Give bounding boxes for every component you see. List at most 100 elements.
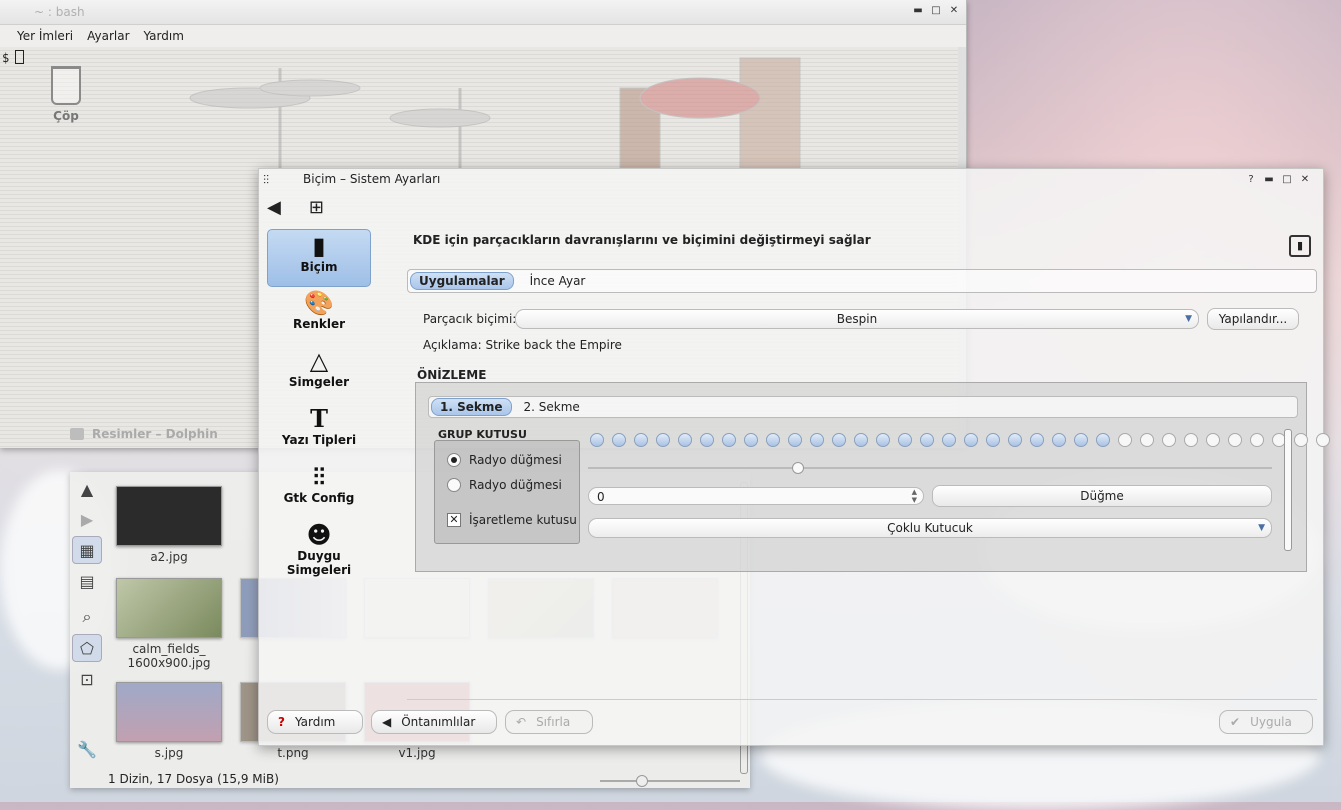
palette-icon: 🎨: [304, 289, 334, 317]
tie-icon: ▮: [312, 232, 326, 260]
progress-dot-empty: [1162, 433, 1176, 447]
minimize-icon[interactable]: ▬: [912, 5, 924, 17]
spin-value: 0: [597, 490, 605, 504]
smiley-icon: ☻: [306, 521, 332, 549]
settings-dialog: ⫶⫶ Biçim – Sistem Ayarları ? ▬ □ ✕ ◀ ⊞ ▮…: [258, 168, 1330, 746]
category-style[interactable]: ▮ Biçim: [267, 229, 371, 287]
preview-panel: 1. Sekme 2. Sekme GRUP KUTUSU Radyo düğm…: [415, 382, 1330, 572]
overview-icon[interactable]: ⊞: [309, 197, 324, 218]
progress-dot-filled: [656, 433, 670, 447]
spin-box[interactable]: 0 ▲ ▼: [588, 487, 924, 505]
preview-button[interactable]: Düğme: [932, 485, 1272, 507]
category-label: Renkler: [292, 317, 346, 331]
radio-unchecked-icon: [447, 478, 461, 492]
dialog-title: Biçim – Sistem Ayarları: [303, 172, 441, 186]
category-label: Gtk Config: [283, 491, 355, 505]
spin-arrows-icon[interactable]: ▲ ▼: [912, 488, 917, 504]
progress-dot-filled: [766, 433, 780, 447]
progress-dot-filled: [700, 433, 714, 447]
progress-dot-filled: [1074, 433, 1088, 447]
menu-help[interactable]: Yardım: [143, 29, 185, 43]
progress-dot-empty: [1184, 433, 1198, 447]
module-tabs: Uygulamalar İnce Ayar: [407, 269, 1317, 293]
progress-dot-filled: [920, 433, 934, 447]
slider-handle[interactable]: [636, 775, 648, 787]
progress-dot-filled: [898, 433, 912, 447]
category-label: Biçim: [300, 260, 338, 274]
file-item[interactable]: s.jpg: [114, 682, 224, 760]
chevron-down-icon: ▼: [1258, 523, 1265, 533]
preview-slider[interactable]: [588, 462, 1272, 474]
progress-dot-empty: [1228, 433, 1242, 447]
up-arrow-icon[interactable]: ▲: [73, 476, 101, 502]
help-button[interactable]: ? Yardım: [267, 710, 363, 734]
category-emoticons[interactable]: ☻ Duygu Simgeleri: [267, 521, 371, 577]
progress-dot-filled: [1030, 433, 1044, 447]
preview-combo[interactable]: Çoklu Kutucuk ▼: [588, 518, 1272, 538]
progress-dot-filled: [722, 433, 736, 447]
progress-dot-filled: [612, 433, 626, 447]
maximize-icon[interactable]: □: [1281, 174, 1293, 186]
defaults-button[interactable]: ◀ Öntanımlılar: [371, 710, 497, 734]
menu-bookmarks[interactable]: Yer İmleri: [16, 29, 74, 43]
checkbox[interactable]: ✕ İşaretleme kutusu: [447, 513, 577, 527]
minimize-icon[interactable]: ▬: [1263, 174, 1275, 186]
settings-app-icon: ⫶⫶: [263, 173, 270, 187]
radio-button-2[interactable]: Radyo düğmesi: [447, 478, 562, 492]
progress-dot-filled: [964, 433, 978, 447]
close-icon[interactable]: ✕: [948, 5, 960, 17]
preview-scrollbar[interactable]: [1284, 429, 1292, 551]
maximize-icon[interactable]: □: [930, 5, 942, 17]
file-item[interactable]: a2.jpg: [114, 486, 224, 564]
tab-fine-tuning[interactable]: İnce Ayar: [522, 273, 594, 289]
trash-desktop-icon[interactable]: Çöp: [46, 66, 86, 123]
preview-tabs: 1. Sekme 2. Sekme: [428, 396, 1298, 418]
menu-settings[interactable]: Ayarlar: [86, 29, 130, 43]
details-view-icon[interactable]: ▤: [73, 568, 101, 594]
category-fonts[interactable]: T Yazı Tipleri: [267, 405, 371, 461]
apply-button[interactable]: ✔ Uygula: [1219, 710, 1313, 734]
help-q-icon[interactable]: ?: [1245, 174, 1257, 186]
radio-button-1[interactable]: Radyo düğmesi: [447, 453, 562, 467]
radio-label: Radyo düğmesi: [469, 478, 562, 492]
progress-dot-filled: [876, 433, 890, 447]
zoom-slider[interactable]: [600, 775, 740, 787]
category-icons[interactable]: △ Simgeler: [267, 347, 371, 403]
apply-label: Uygula: [1250, 715, 1292, 729]
file-thumbnail: [116, 486, 222, 546]
footer-separator: [407, 699, 1317, 700]
preview-tab-1[interactable]: 1. Sekme: [431, 398, 512, 416]
close-icon[interactable]: ✕: [1299, 174, 1311, 186]
dolphin-status: 1 Dizin, 17 Dosya (15,9 MiB): [108, 772, 279, 786]
back-arrow-icon: ◀: [382, 715, 392, 729]
widget-style-combo[interactable]: Bespin ▼: [515, 309, 1199, 329]
dialog-window-controls: ? ▬ □ ✕: [1245, 174, 1311, 186]
file-name: v1.jpg: [398, 746, 436, 760]
category-label: Duygu Simgeleri: [286, 549, 352, 577]
category-colors[interactable]: 🎨 Renkler: [267, 289, 371, 345]
progress-dot-filled: [986, 433, 1000, 447]
category-gtk[interactable]: ⫶⫶ Gtk Config: [267, 463, 371, 519]
style-module-icon: ▮: [1289, 235, 1311, 257]
file-item[interactable]: calm_fields_ 1600x900.jpg: [114, 578, 224, 670]
checkbox-label: İşaretleme kutusu: [469, 513, 577, 527]
category-label: Simgeler: [288, 375, 350, 389]
search-icon[interactable]: ⌕: [73, 604, 101, 630]
forward-arrow-icon[interactable]: ▶: [73, 506, 101, 532]
reset-button[interactable]: ↶ Sıfırla: [505, 710, 593, 734]
wrench-icon[interactable]: 🔧: [73, 736, 101, 762]
dolphin-title: Resimler – Dolphin: [92, 427, 218, 441]
file-name: a2.jpg: [150, 550, 188, 564]
back-arrow-icon[interactable]: ◀: [267, 197, 281, 218]
style-description: Açıklama: Strike back the Empire: [423, 338, 622, 352]
slider-handle[interactable]: [792, 462, 804, 474]
preview-icon[interactable]: ⊡: [73, 666, 101, 692]
places-icon[interactable]: ⬠: [72, 634, 102, 662]
checkbox-checked-icon: ✕: [447, 513, 461, 527]
terminal-titlebar: ~ : bash ▬ □ ✕: [0, 0, 966, 25]
tab-applications[interactable]: Uygulamalar: [410, 272, 514, 290]
icons-view-icon[interactable]: ▦: [72, 536, 102, 564]
configure-button[interactable]: Yapılandır...: [1207, 308, 1299, 330]
cursor-icon: [15, 50, 25, 64]
preview-tab-2[interactable]: 2. Sekme: [516, 399, 588, 415]
